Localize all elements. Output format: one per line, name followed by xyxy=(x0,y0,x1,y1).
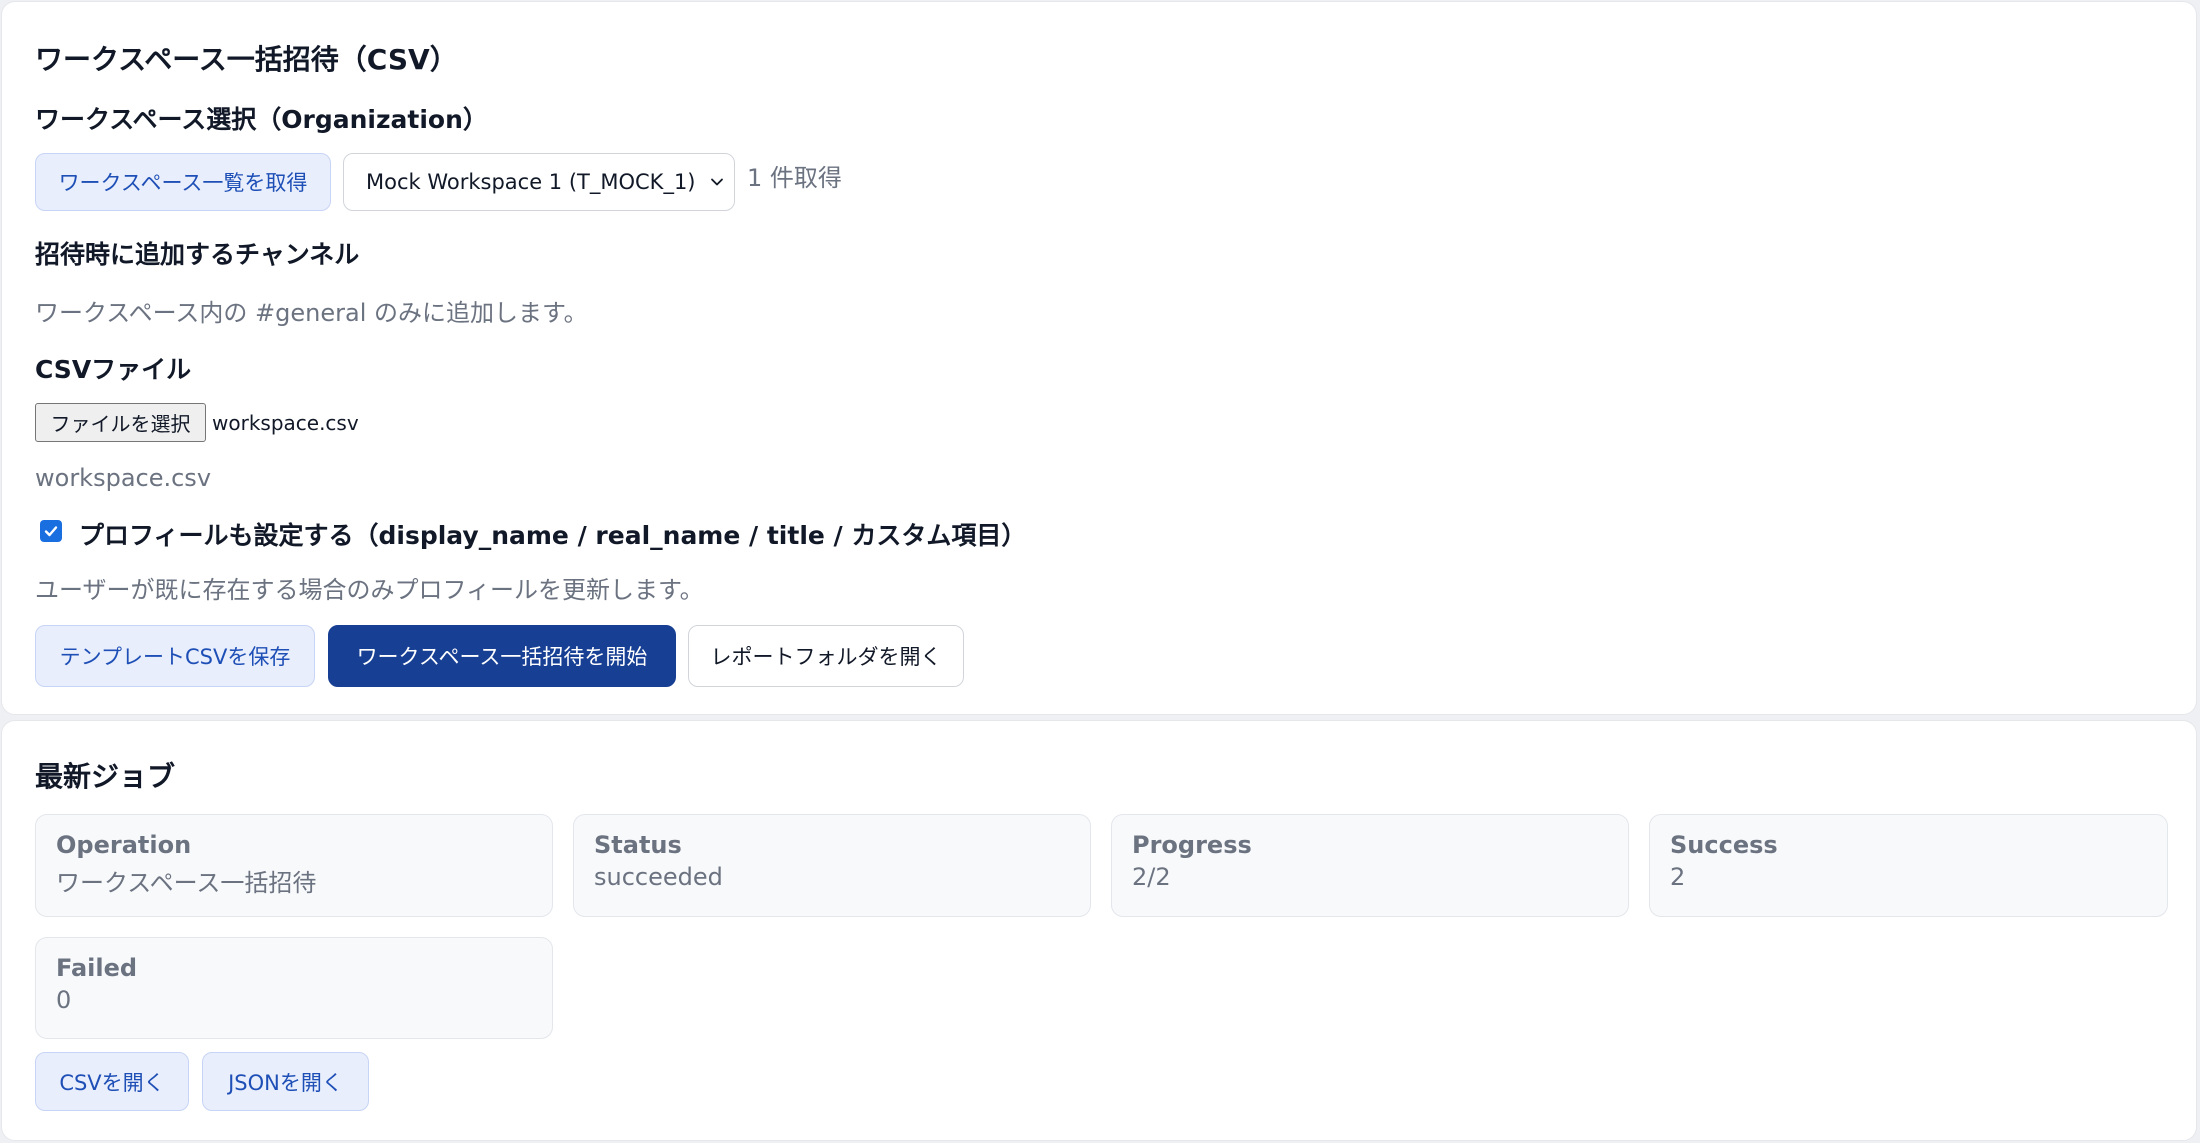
check-icon xyxy=(44,526,58,537)
csv-file-heading: CSVファイル xyxy=(35,355,192,384)
choose-file-button[interactable]: ファイルを選択 xyxy=(35,403,206,442)
open-json-button[interactable]: JSONを開く xyxy=(202,1052,369,1111)
chosen-file-name: workspace.csv xyxy=(212,411,359,435)
channel-note: ワークスペース内の #general のみに追加します。 xyxy=(35,299,588,327)
stat-label: Status xyxy=(594,831,682,859)
save-template-csv-button[interactable]: テンプレートCSVを保存 xyxy=(35,625,315,687)
profile-checkbox[interactable] xyxy=(40,520,62,542)
stat-label: Success xyxy=(1670,831,1778,859)
stat-value: 2/2 xyxy=(1132,863,1171,891)
job-section-title: 最新ジョブ xyxy=(35,760,176,793)
stat-operation: Operation ワークスペース一括招待 xyxy=(35,814,553,917)
stat-label: Failed xyxy=(56,954,138,982)
channel-heading: 招待時に追加するチャンネル xyxy=(35,240,360,269)
stat-label: Progress xyxy=(1132,831,1252,859)
open-csv-button[interactable]: CSVを開く xyxy=(35,1052,189,1111)
stat-value: ワークスペース一括招待 xyxy=(56,869,317,897)
fetch-workspaces-button[interactable]: ワークスペース一覧を取得 xyxy=(35,153,331,211)
stat-success: Success 2 xyxy=(1649,814,2168,917)
chevron-down-icon xyxy=(711,178,723,186)
start-bulk-invite-button[interactable]: ワークスペース一括招待を開始 xyxy=(328,625,676,687)
latest-job-card: 最新ジョブ Operation ワークスペース一括招待 Status succe… xyxy=(1,720,2197,1141)
stat-label: Operation xyxy=(56,831,192,859)
workspace-select-value: Mock Workspace 1 (T_MOCK_1) xyxy=(366,170,696,194)
workspace-invite-card: ワークスペース一括招待（CSV） ワークスペース選択（Organization）… xyxy=(1,1,2197,715)
stat-progress: Progress 2/2 xyxy=(1111,814,1629,917)
stat-value: 2 xyxy=(1670,863,1686,891)
fetch-count-text: 1 件取得 xyxy=(747,164,842,192)
stat-value: succeeded xyxy=(594,863,723,891)
workspace-select-heading: ワークスペース選択（Organization） xyxy=(35,105,488,134)
page-title: ワークスペース一括招待（CSV） xyxy=(35,43,458,76)
stat-status: Status succeeded xyxy=(573,814,1091,917)
stat-value: 0 xyxy=(56,986,72,1014)
csv-file-path: workspace.csv xyxy=(35,464,212,492)
stat-failed: Failed 0 xyxy=(35,937,553,1039)
profile-checkbox-label[interactable]: プロフィールも設定する（display_name / real_name / t… xyxy=(79,516,1026,552)
open-report-folder-button[interactable]: レポートフォルダを開く xyxy=(688,625,964,687)
workspace-select[interactable]: Mock Workspace 1 (T_MOCK_1) xyxy=(343,153,735,211)
profile-note: ユーザーが既に存在する場合のみプロフィールを更新します。 xyxy=(35,576,704,604)
